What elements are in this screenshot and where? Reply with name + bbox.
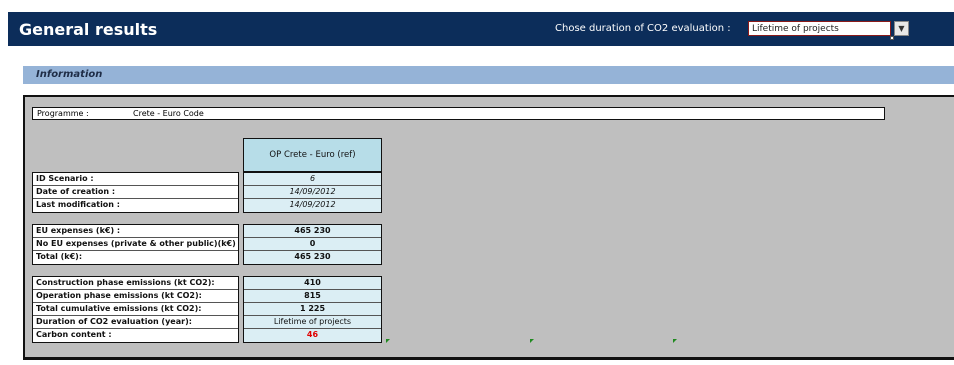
- information-section-title: Information: [36, 69, 103, 80]
- operation-emissions-label: Operation phase emissions (kt CO2):: [33, 290, 238, 303]
- total-emissions-label: Total cumulative emissions (kt CO2):: [33, 303, 238, 316]
- scenario-info-labels: ID Scenario : Date of creation : Last mo…: [32, 172, 239, 213]
- panel-bottom-border: [23, 357, 954, 360]
- carbon-content-value: 46: [306, 330, 319, 339]
- error-marker-icon: [386, 339, 390, 343]
- expenses-labels: EU expenses (k€) : No EU expenses (priva…: [32, 224, 239, 265]
- eu-expenses-value: 465 230: [244, 225, 381, 238]
- chevron-down-icon[interactable]: ▼: [894, 21, 909, 36]
- total-expenses-value: 465 230: [294, 252, 331, 261]
- date-of-creation-value: 14/09/2012: [244, 186, 381, 199]
- total-emissions-value: 1 225: [244, 303, 381, 316]
- emissions-labels: Construction phase emissions (kt CO2): O…: [32, 276, 239, 343]
- error-marker-icon: [673, 339, 677, 343]
- resize-handle[interactable]: [890, 36, 894, 40]
- total-expenses-label: Total (k€):: [36, 252, 83, 261]
- last-modification-label: Last modification :: [36, 200, 120, 209]
- programme-value: Crete - Euro Code: [133, 109, 204, 118]
- information-section-bar: Information: [23, 66, 954, 84]
- no-eu-expenses-value: 0: [244, 238, 381, 251]
- operation-emissions-value: 815: [244, 290, 381, 303]
- duration-select[interactable]: Lifetime of projects: [748, 21, 891, 36]
- date-of-creation-label: Date of creation :: [33, 186, 238, 199]
- expenses-values: 465 230 0 465 230: [243, 224, 382, 265]
- construction-emissions-value: 410: [244, 277, 381, 290]
- no-eu-expenses-label: No EU expenses (private & other public)(…: [33, 238, 238, 251]
- id-scenario-value: 6: [244, 173, 381, 186]
- duration-label: Chose duration of CO2 evaluation :: [555, 23, 731, 34]
- header-bar: General results Chose duration of CO2 ev…: [8, 12, 954, 46]
- construction-emissions-label: Construction phase emissions (kt CO2):: [33, 277, 238, 290]
- duration-evaluation-value: Lifetime of projects: [244, 316, 381, 329]
- error-marker-icon: [530, 339, 534, 343]
- programme-label: Programme :: [37, 109, 89, 118]
- page-title: General results: [19, 20, 158, 39]
- carbon-content-label: Carbon content :: [36, 330, 112, 339]
- last-modification-value: 14/09/2012: [289, 200, 336, 209]
- eu-expenses-label: EU expenses (k€) :: [33, 225, 238, 238]
- programme-field: Programme : Crete - Euro Code: [32, 107, 885, 120]
- duration-evaluation-label: Duration of CO2 evaluation (year):: [33, 316, 238, 329]
- scenario-info-values: 6 14/09/2012 14/09/2012: [243, 172, 382, 213]
- emissions-values: 410 815 1 225 Lifetime of projects 46: [243, 276, 382, 343]
- scenario-column-header: OP Crete - Euro (ref): [243, 138, 382, 172]
- id-scenario-label: ID Scenario :: [33, 173, 238, 186]
